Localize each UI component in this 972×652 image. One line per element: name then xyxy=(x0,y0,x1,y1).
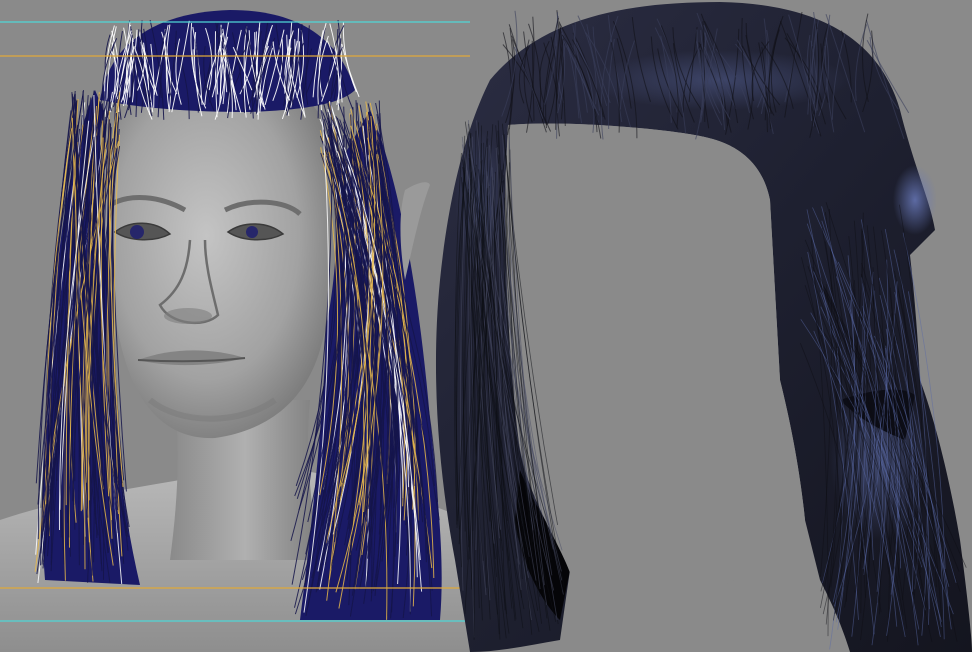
iris-left xyxy=(130,225,144,239)
face-cutout xyxy=(505,123,805,590)
hair-highlight-ear xyxy=(893,165,937,235)
rendered-hair-panel xyxy=(435,2,972,652)
viewport-canvas xyxy=(0,0,972,652)
face-mesh xyxy=(99,70,337,439)
nose-tip-shadow xyxy=(164,308,212,324)
3d-viewport[interactable] xyxy=(0,0,972,652)
iris-right xyxy=(246,226,258,238)
